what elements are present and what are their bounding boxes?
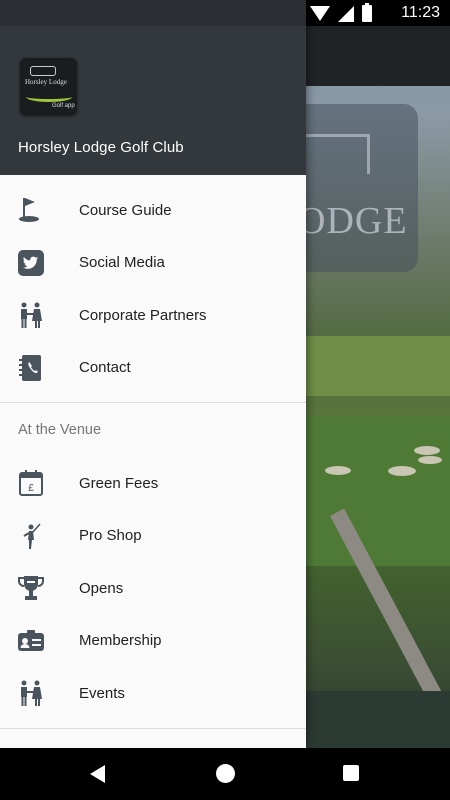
menu-label: Pro Shop: [79, 527, 142, 545]
menu-item-opens[interactable]: Opens: [0, 562, 306, 615]
drawer-menu: Course Guide Social Media Corporate Part…: [0, 175, 306, 729]
recent-apps-icon[interactable]: [343, 765, 359, 781]
signal-icon: [338, 5, 354, 22]
bunker: [325, 466, 351, 475]
menu-item-social-media[interactable]: Social Media: [0, 237, 306, 290]
logo-swoosh: [26, 92, 72, 102]
svg-text:£: £: [28, 483, 34, 494]
id-card-icon: [17, 627, 45, 655]
home-icon[interactable]: [216, 764, 235, 783]
green: [306, 416, 450, 566]
menu-item-membership[interactable]: Membership: [0, 615, 306, 668]
bunker: [418, 456, 442, 464]
logo-word: ODGE: [298, 200, 408, 242]
logo-building: [300, 134, 370, 174]
menu-label: Opens: [79, 579, 124, 597]
twitter-icon: [17, 249, 45, 277]
battery-charging-icon: [362, 3, 372, 22]
golfer-icon: [17, 522, 45, 550]
partners-icon: [17, 301, 45, 329]
system-nav-bar: [0, 748, 450, 800]
club-name: Horsley Lodge Golf Club: [18, 139, 184, 156]
menu-label: Contact: [79, 359, 131, 377]
status-bar: 11:23: [0, 0, 450, 26]
menu-item-pro-shop[interactable]: Pro Shop: [0, 510, 306, 563]
drawer-header: Horsley Lodge Golf app Horsley Lodge Gol…: [0, 0, 306, 175]
calendar-pound-icon: £: [17, 469, 45, 497]
menu-label: Events: [79, 684, 125, 702]
menu-label: Corporate Partners: [79, 306, 207, 324]
navigation-drawer: Horsley Lodge Golf app Horsley Lodge Gol…: [0, 0, 306, 748]
status-time: 11:23: [401, 4, 440, 21]
golf-cart-icon: [30, 66, 56, 76]
people-icon: [17, 679, 45, 707]
lake: [306, 691, 450, 748]
menu-label: Social Media: [79, 254, 165, 272]
bunker: [414, 446, 440, 455]
logo-subtext: Golf app: [52, 103, 75, 109]
app-logo: Horsley Lodge Golf app: [20, 58, 77, 115]
section-header-venue: At the Venue: [0, 403, 306, 457]
menu-label: Membership: [79, 632, 162, 650]
golf-flag-icon: [17, 196, 45, 224]
menu-item-events[interactable]: Events: [0, 667, 306, 720]
divider: [0, 727, 306, 729]
trophy-icon: [17, 574, 45, 602]
back-icon[interactable]: [90, 765, 105, 783]
section-title: At the Venue: [18, 422, 102, 438]
wifi-icon: [310, 6, 330, 21]
contact-book-icon: [17, 354, 45, 382]
menu-item-contact[interactable]: Contact: [0, 342, 306, 395]
menu-label: Green Fees: [79, 474, 159, 492]
logo-text: Horsley Lodge: [25, 78, 67, 86]
fairway: [306, 336, 450, 396]
bunker: [388, 466, 416, 476]
menu-label: Course Guide: [79, 201, 172, 219]
menu-item-course-guide[interactable]: Course Guide: [0, 184, 306, 237]
menu-item-corporate-partners[interactable]: Corporate Partners: [0, 289, 306, 342]
menu-item-green-fees[interactable]: £ Green Fees: [0, 457, 306, 510]
